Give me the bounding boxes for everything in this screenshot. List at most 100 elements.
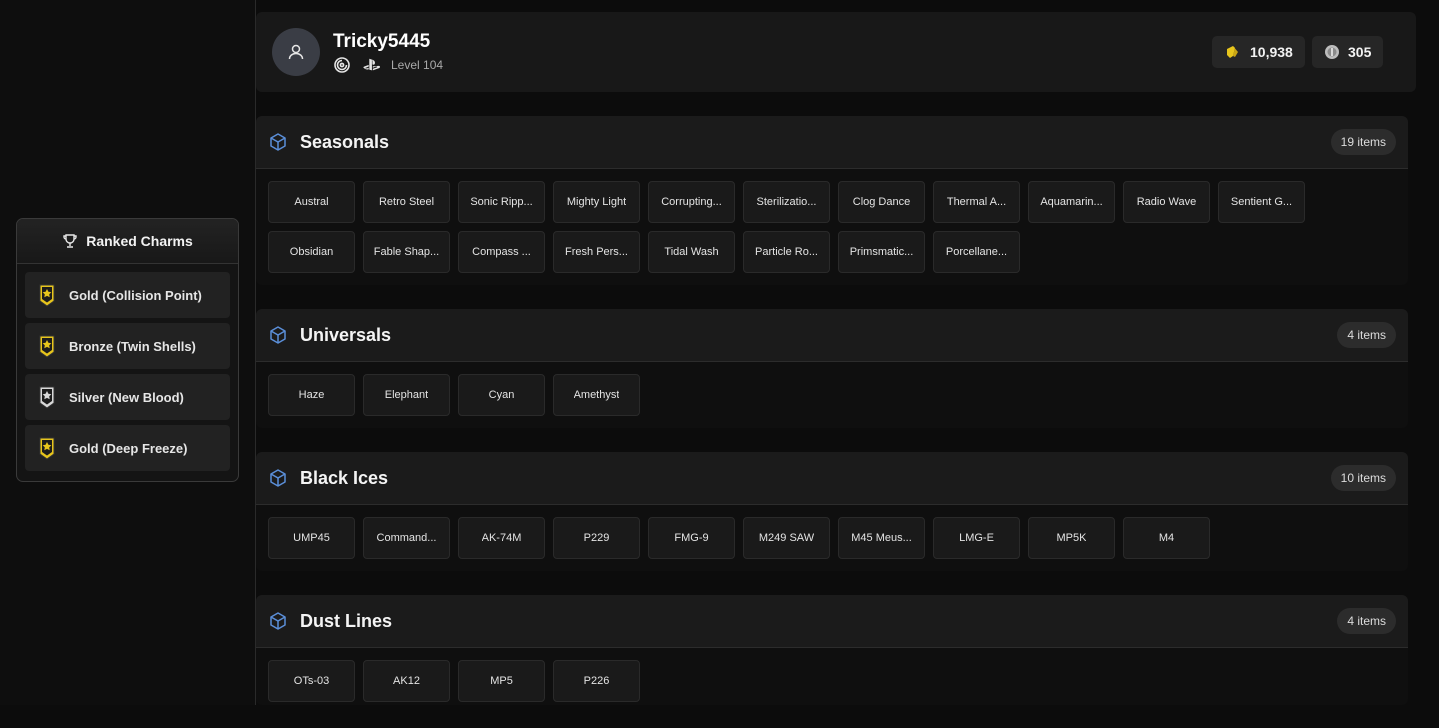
collection-item[interactable]: Sentient G... bbox=[1218, 181, 1305, 223]
collection-item[interactable]: Radio Wave bbox=[1123, 181, 1210, 223]
avatar[interactable] bbox=[272, 28, 320, 76]
item-count-badge: 4 items bbox=[1337, 322, 1396, 348]
player-level: Level 104 bbox=[391, 58, 444, 72]
collection-item-label: P226 bbox=[583, 675, 610, 687]
username: Tricky5445 bbox=[333, 31, 431, 52]
collection-item[interactable]: Tidal Wash bbox=[648, 231, 735, 273]
ranked-charm-label: Gold (Deep Freeze) bbox=[69, 440, 188, 456]
collection-item[interactable]: Porcellane... bbox=[933, 231, 1020, 273]
cube-icon bbox=[268, 468, 288, 488]
ranked-charms-title: Ranked Charms bbox=[86, 233, 193, 249]
collection-item-label: Sonic Ripp... bbox=[470, 196, 533, 208]
cube-icon bbox=[268, 325, 288, 345]
ranked-charm-item[interactable]: Gold (Collision Point) bbox=[25, 272, 230, 318]
collection-item[interactable]: Aquamarin... bbox=[1028, 181, 1115, 223]
section-title: Black Ices bbox=[300, 467, 389, 488]
collection-item-label: P229 bbox=[583, 532, 610, 544]
collection-item-label: Retro Steel bbox=[378, 196, 435, 208]
rank-charm-icon bbox=[37, 384, 57, 410]
collection-item-label: Primsmatic... bbox=[849, 246, 914, 258]
collection-item-label: MP5 bbox=[490, 675, 513, 687]
collection-item-label: Elephant bbox=[384, 389, 429, 401]
collection-item-label: M4 bbox=[1158, 532, 1175, 544]
collection-item[interactable]: Command... bbox=[363, 517, 450, 559]
collection-item-label: Haze bbox=[298, 389, 325, 401]
collection-section: Dust Lines 4 items OTs-03 AK12 MP5 P226 bbox=[256, 595, 1408, 705]
collection-item[interactable]: M45 Meus... bbox=[838, 517, 925, 559]
collection-item[interactable]: MP5 bbox=[458, 660, 545, 702]
section-header[interactable]: Universals 4 items bbox=[256, 309, 1408, 362]
collection-item[interactable]: AK12 bbox=[363, 660, 450, 702]
section-title: Seasonals bbox=[300, 131, 390, 152]
collection-item-label: Cyan bbox=[488, 389, 515, 401]
sidebar: Ranked Charms Gold (Collision Point) Bron… bbox=[0, 0, 256, 705]
collection-item[interactable]: LMG-E bbox=[933, 517, 1020, 559]
cube-icon bbox=[268, 132, 288, 152]
collection-item-label: Compass ... bbox=[472, 246, 531, 258]
section-header[interactable]: Black Ices 10 items bbox=[256, 452, 1408, 505]
collection-item-label: Mighty Light bbox=[566, 196, 627, 208]
collection-item[interactable]: P226 bbox=[553, 660, 640, 702]
ranked-charm-item[interactable]: Silver (New Blood) bbox=[25, 374, 230, 420]
ranked-charms-list: Gold (Collision Point) Bronze (Twin Shell… bbox=[17, 264, 238, 479]
collection-item[interactable]: Particle Ro... bbox=[743, 231, 830, 273]
collection-item-label: Particle Ro... bbox=[755, 246, 818, 258]
collection-item[interactable]: Retro Steel bbox=[363, 181, 450, 223]
collection-item-label: Aquamarin... bbox=[1040, 196, 1103, 208]
collection-item[interactable]: MP5K bbox=[1028, 517, 1115, 559]
collection-item[interactable]: Compass ... bbox=[458, 231, 545, 273]
collection-item[interactable]: Haze bbox=[268, 374, 355, 416]
section-header[interactable]: Dust Lines 4 items bbox=[256, 595, 1408, 648]
rank-charm-icon bbox=[37, 282, 57, 308]
collection-item-label: Corrupting... bbox=[661, 196, 722, 208]
renown-value: 305 bbox=[1348, 44, 1372, 60]
ranked-charm-label: Gold (Collision Point) bbox=[69, 287, 202, 303]
collection-item[interactable]: P229 bbox=[553, 517, 640, 559]
collection-item[interactable]: Thermal A... bbox=[933, 181, 1020, 223]
collection-item[interactable]: Sterilizatio... bbox=[743, 181, 830, 223]
collection-item[interactable]: M4 bbox=[1123, 517, 1210, 559]
collection-item-label: Sterilizatio... bbox=[756, 196, 817, 208]
collection-section: Seasonals 19 items Austral Retro Steel Sonic… bbox=[256, 116, 1408, 285]
collection-item-label: Austral bbox=[294, 196, 329, 208]
collection-item-label: Command... bbox=[376, 532, 437, 544]
collection-item[interactable]: AK-74M bbox=[458, 517, 545, 559]
collection-item[interactable]: M249 SAW bbox=[743, 517, 830, 559]
section-header[interactable]: Seasonals 19 items bbox=[256, 116, 1408, 169]
collection-item[interactable]: UMP45 bbox=[268, 517, 355, 559]
ranked-charms-header: Ranked Charms bbox=[17, 219, 238, 264]
collection-item[interactable]: Mighty Light bbox=[553, 181, 640, 223]
collection-item[interactable]: Fresh Pers... bbox=[553, 231, 640, 273]
collection-item[interactable]: OTs-03 bbox=[268, 660, 355, 702]
collection-item[interactable]: FMG-9 bbox=[648, 517, 735, 559]
credits-icon bbox=[1224, 43, 1242, 61]
collection-item-label: MP5K bbox=[1056, 532, 1087, 544]
profile-header: Tricky5445 Level 104 10,938 305 bbox=[256, 12, 1416, 92]
section-items: UMP45 Command... AK-74M P229 FMG-9 M249 SAW M4… bbox=[256, 505, 1408, 571]
collection-item[interactable]: Sonic Ripp... bbox=[458, 181, 545, 223]
collection-item-label: FMG-9 bbox=[674, 532, 709, 544]
collection-item-label: Sentient G... bbox=[1230, 196, 1293, 208]
collection-item-label: M45 Meus... bbox=[851, 532, 912, 544]
collection-item[interactable]: Elephant bbox=[363, 374, 450, 416]
collection-item-label: Porcellane... bbox=[945, 246, 1008, 258]
collection-item[interactable]: Primsmatic... bbox=[838, 231, 925, 273]
ubisoft-icon bbox=[333, 56, 351, 74]
item-count-badge: 10 items bbox=[1330, 465, 1396, 491]
collection-item[interactable]: Corrupting... bbox=[648, 181, 735, 223]
collection-item[interactable]: Clog Dance bbox=[838, 181, 925, 223]
collection-item-label: Fresh Pers... bbox=[565, 246, 628, 258]
ranked-charm-label: Silver (New Blood) bbox=[69, 389, 184, 405]
ranked-charm-item[interactable]: Bronze (Twin Shells) bbox=[25, 323, 230, 369]
collection-item[interactable]: Austral bbox=[268, 181, 355, 223]
section-items: Austral Retro Steel Sonic Ripp... Mighty Li… bbox=[256, 169, 1408, 285]
rank-charm-icon bbox=[37, 333, 57, 359]
ranked-charm-item[interactable]: Gold (Deep Freeze) bbox=[25, 425, 230, 471]
collection-item[interactable]: Amethyst bbox=[553, 374, 640, 416]
section-title: Dust Lines bbox=[300, 610, 393, 631]
collection-item[interactable]: Obsidian bbox=[268, 231, 355, 273]
collection-item-label: LMG-E bbox=[959, 532, 994, 544]
collection-item[interactable]: Fable Shap... bbox=[363, 231, 450, 273]
collection-item[interactable]: Cyan bbox=[458, 374, 545, 416]
item-count-badge: 19 items bbox=[1330, 129, 1396, 155]
